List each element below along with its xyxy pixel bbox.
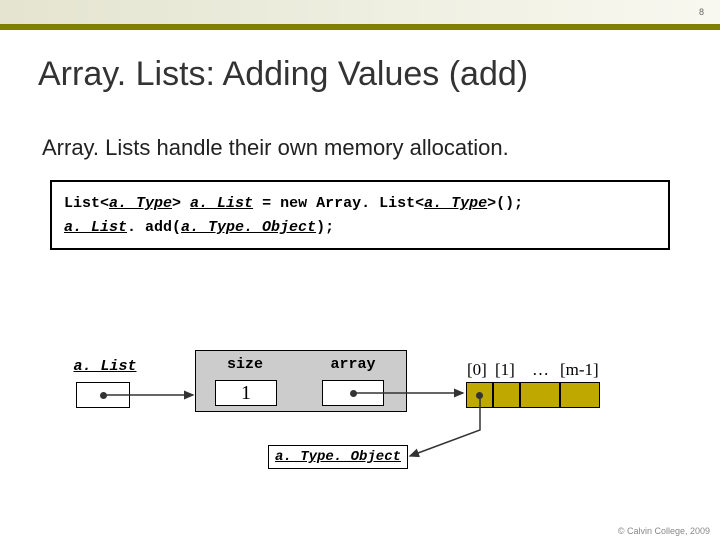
index-dots: … [532,360,549,380]
pointer-dot [350,390,357,397]
slide-subtitle: Array. Lists handle their own memory all… [42,135,509,161]
footer: © Calvin College, 2009 [618,526,710,536]
code-token: = new Array. List< [253,195,424,212]
array-label: array [318,356,388,373]
diagram: a. List size array 1 [0] [1] … [m-1] a. … [70,350,670,490]
size-value: 1 [215,380,277,406]
code-line-2: a. List. add(a. Type. Object); [64,216,656,240]
code-arg: a. Type. Object [181,219,316,236]
index-1: [1] [495,360,515,380]
code-token: List< [64,195,109,212]
pointer-dot [100,392,107,399]
slide-title: Array. Lists: Adding Values (add) [38,55,528,94]
index-m1: [m-1] [560,360,599,380]
slide: 8 Array. Lists: Adding Values (add) Arra… [0,0,720,540]
object-label: a. Type. Object [275,449,401,465]
code-token: > [172,195,190,212]
alist-label: a. List [70,358,140,375]
code-token: . add( [127,219,181,236]
code-token: ); [316,219,334,236]
accent-bar [0,24,720,30]
cell-dots [520,382,560,408]
size-label: size [210,356,280,373]
code-type: a. Type [109,195,172,212]
slide-number: 8 [699,7,704,17]
index-0: [0] [467,360,487,380]
header-stripe: 8 [0,0,720,24]
code-box: List<a. Type> a. List = new Array. List<… [50,180,670,250]
pointer-dot [476,392,483,399]
code-type: a. Type [424,195,487,212]
cell-1 [493,382,520,408]
cell-m1 [560,382,600,408]
code-token: >(); [487,195,523,212]
code-var: a. List [64,219,127,236]
code-line-1: List<a. Type> a. List = new Array. List<… [64,192,656,216]
object-box: a. Type. Object [268,445,408,469]
code-var: a. List [190,195,253,212]
